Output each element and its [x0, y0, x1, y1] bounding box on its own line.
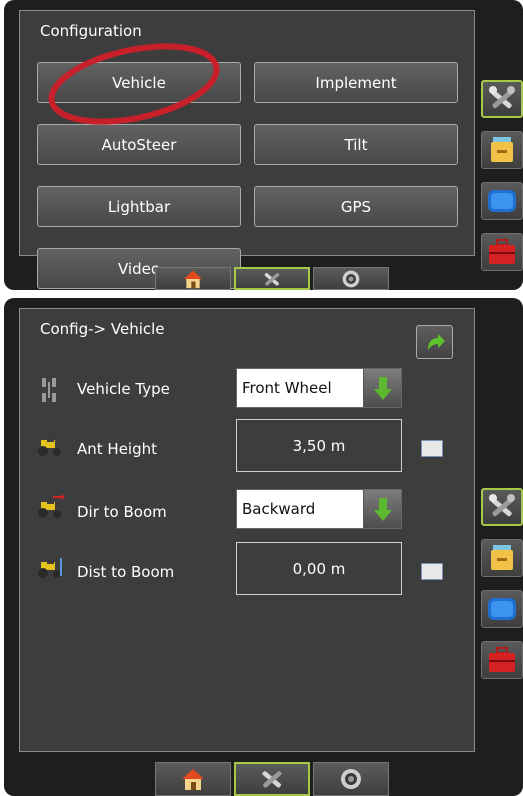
- tab-tools[interactable]: [234, 267, 310, 290]
- tools-icon: [489, 494, 515, 517]
- vehicle-type-value: Front Wheel: [242, 379, 332, 397]
- home-icon: [183, 270, 203, 288]
- lightbar-button[interactable]: Lightbar: [37, 186, 241, 227]
- keyboard-icon[interactable]: [421, 440, 443, 457]
- chevron-down-icon[interactable]: [363, 490, 401, 528]
- return-arrow-icon: [427, 334, 445, 350]
- gps-button[interactable]: GPS: [254, 186, 458, 227]
- tractor-direction-icon: [37, 494, 65, 522]
- sidebar-console-button[interactable]: [481, 590, 523, 628]
- keyboard-icon[interactable]: [421, 563, 443, 580]
- tractor-distance-icon: [37, 556, 65, 582]
- tab-home[interactable]: [155, 267, 231, 290]
- sidebar-toolbox-button[interactable]: [481, 641, 523, 679]
- chevron-down-icon[interactable]: [363, 369, 401, 407]
- sidebar-tools-button[interactable]: [481, 80, 523, 118]
- vehicle-type-dropdown[interactable]: Front Wheel: [236, 368, 402, 408]
- highlight-ellipse: [48, 43, 220, 125]
- toolbox-icon: [489, 239, 515, 264]
- folder-icon: [491, 545, 513, 570]
- console-icon: [488, 190, 516, 212]
- console-icon: [488, 598, 516, 620]
- tractor-icon: [37, 436, 63, 460]
- implement-button[interactable]: Implement: [254, 62, 458, 103]
- tab-camera[interactable]: [313, 762, 389, 796]
- tools-icon: [262, 771, 282, 788]
- home-icon: [182, 769, 204, 790]
- page-title: Config-> Vehicle: [40, 320, 165, 338]
- ant-height-field[interactable]: 3,50 m: [236, 419, 402, 472]
- tab-home[interactable]: [155, 762, 231, 796]
- dist-to-boom-label: Dist to Boom: [77, 563, 175, 581]
- back-button[interactable]: [416, 325, 453, 359]
- tab-camera[interactable]: [313, 267, 389, 290]
- tools-icon: [489, 86, 515, 109]
- dir-to-boom-value: Backward: [242, 500, 316, 518]
- sidebar-tools-button[interactable]: [481, 488, 523, 526]
- sidebar-folder-button[interactable]: [481, 131, 523, 169]
- tab-tools[interactable]: [234, 762, 310, 796]
- folder-icon: [491, 137, 513, 162]
- camera-icon: [342, 270, 360, 287]
- configuration-screen: Configuration Vehicle Implement AutoStee…: [4, 0, 523, 290]
- vehicle-config-panel: Config-> Vehicle Vehicle Type Front Whee…: [19, 308, 475, 752]
- dist-to-boom-field[interactable]: 0,00 m: [236, 542, 402, 595]
- dir-to-boom-label: Dir to Boom: [77, 503, 167, 521]
- tools-icon: [264, 272, 280, 286]
- vehicle-type-label: Vehicle Type: [77, 380, 170, 398]
- vehicle-config-screen: Config-> Vehicle Vehicle Type Front Whee…: [4, 298, 523, 796]
- sidebar-toolbox-button[interactable]: [481, 233, 523, 271]
- dir-to-boom-dropdown[interactable]: Backward: [236, 489, 402, 529]
- ant-height-label: Ant Height: [77, 440, 158, 458]
- toolbox-icon: [489, 647, 515, 672]
- vehicle-type-icon: [40, 376, 58, 408]
- sidebar-console-button[interactable]: [481, 182, 523, 220]
- camera-icon: [341, 769, 361, 789]
- autosteer-button[interactable]: AutoSteer: [37, 124, 241, 165]
- tilt-button[interactable]: Tilt: [254, 124, 458, 165]
- sidebar-folder-button[interactable]: [481, 539, 523, 577]
